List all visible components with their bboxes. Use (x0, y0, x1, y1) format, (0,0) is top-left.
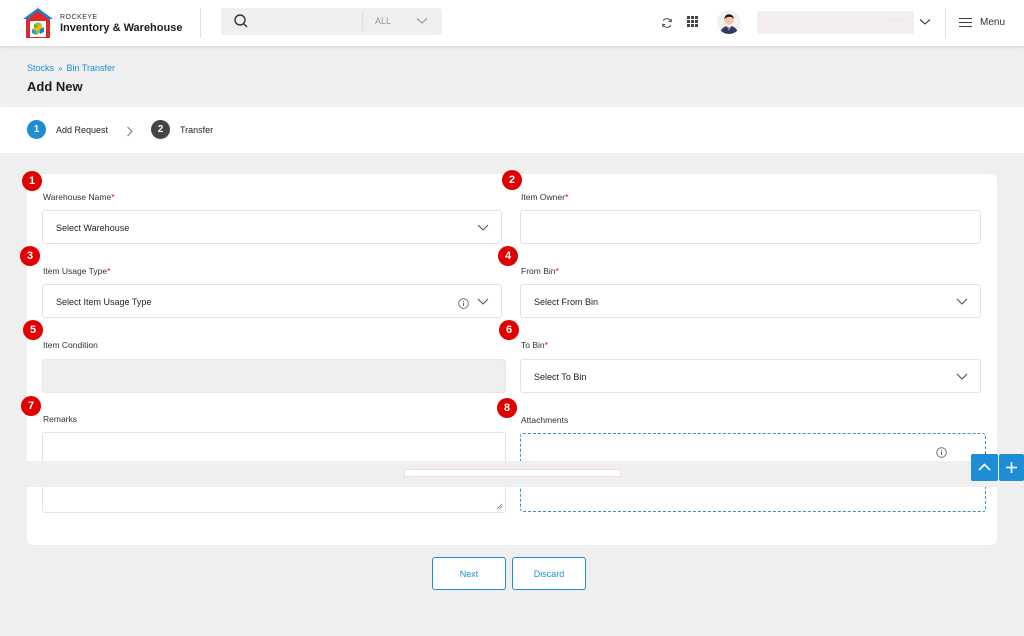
chevron-down-icon (956, 298, 968, 305)
warehouse-select-placeholder: Select Warehouse (56, 223, 130, 233)
item-condition-field (42, 359, 506, 393)
search-divider (362, 12, 363, 31)
chevron-up-icon (978, 463, 991, 471)
item-usage-type-select[interactable]: Select Item Usage Type (42, 284, 502, 318)
annotation-badge-6: 6 (499, 320, 519, 340)
warehouse-select[interactable]: Select Warehouse (42, 210, 502, 244)
resize-handle-icon[interactable] (496, 503, 503, 510)
item-condition-label: Item Condition (43, 340, 98, 350)
apps-grid-icon[interactable] (687, 16, 698, 27)
breadcrumb-bin-transfer[interactable]: Bin Transfer (66, 63, 115, 73)
step-2-number[interactable]: 2 (151, 120, 170, 139)
remarks-label: Remarks (43, 414, 78, 424)
avatar[interactable] (717, 10, 741, 34)
annotation-badge-7: 7 (21, 396, 41, 416)
breadcrumb: Stocks » Bin Transfer (27, 63, 115, 73)
chevron-down-icon (477, 224, 489, 231)
divider (945, 8, 946, 38)
user-avatar-icon (720, 14, 738, 34)
to-bin-label: To Bin* (521, 340, 548, 350)
to-bin-placeholder: Select To Bin (534, 372, 587, 382)
from-bin-placeholder: Select From Bin (534, 297, 599, 307)
annotation-badge-5: 5 (23, 320, 43, 340)
breadcrumb-stocks[interactable]: Stocks (27, 63, 54, 73)
search-icon (234, 14, 248, 28)
stepper: 1 Add Request 2 Transfer (0, 107, 1024, 153)
info-icon[interactable] (936, 447, 947, 458)
add-button[interactable] (999, 454, 1024, 481)
next-button[interactable]: Next (432, 557, 506, 590)
from-bin-label: From Bin* (521, 266, 559, 276)
item-usage-type-placeholder: Select Item Usage Type (56, 297, 152, 307)
user-name: •••••• (887, 16, 904, 25)
step-1-number[interactable]: 1 (27, 120, 46, 139)
user-chevron-down-icon[interactable] (919, 17, 931, 27)
warehouse-name-label: Warehouse Name* (43, 192, 115, 202)
from-bin-select[interactable]: Select From Bin (520, 284, 981, 318)
to-bin-select[interactable]: Select To Bin (520, 359, 981, 393)
step-1-label[interactable]: Add Request (56, 125, 108, 135)
logo-icon[interactable] (22, 7, 54, 39)
user-name-field[interactable]: •••••• (757, 11, 914, 34)
overlay-placeholder-bar (404, 469, 621, 477)
info-icon[interactable] (458, 298, 469, 309)
chevron-right-icon (127, 126, 133, 137)
attachments-label: Attachments (521, 415, 569, 425)
hamburger-icon[interactable] (959, 17, 972, 28)
global-search[interactable]: ALL (221, 8, 442, 35)
step-2-label[interactable]: Transfer (180, 125, 213, 135)
plus-icon (1006, 462, 1017, 473)
chevron-down-icon (956, 373, 968, 380)
top-bar: ROCKEYE Inventory & Warehouse ALL ••••••… (0, 0, 1024, 46)
item-usage-type-label: Item Usage Type* (43, 266, 111, 276)
breadcrumb-separator-icon: » (58, 64, 63, 73)
refresh-icon[interactable] (661, 17, 673, 29)
menu-label[interactable]: Menu (980, 17, 1005, 28)
annotation-badge-2: 2 (502, 170, 522, 190)
discard-button[interactable]: Discard (512, 557, 586, 590)
chevron-down-icon (477, 298, 489, 305)
annotation-badge-4: 4 (498, 246, 518, 266)
annotation-badge-3: 3 (20, 246, 40, 266)
item-owner-input[interactable] (520, 210, 981, 244)
annotation-badge-8: 8 (497, 398, 517, 418)
brand-subtitle: ROCKEYE (60, 14, 98, 21)
item-owner-label: Item Owner* (521, 192, 569, 202)
chevron-down-icon[interactable] (416, 16, 428, 26)
divider (200, 8, 201, 38)
search-scope[interactable]: ALL (375, 16, 391, 26)
annotation-badge-1: 1 (22, 171, 42, 191)
scroll-top-button[interactable] (971, 454, 998, 481)
page-title: Add New (27, 79, 83, 94)
brand-title: Inventory & Warehouse (60, 22, 183, 34)
